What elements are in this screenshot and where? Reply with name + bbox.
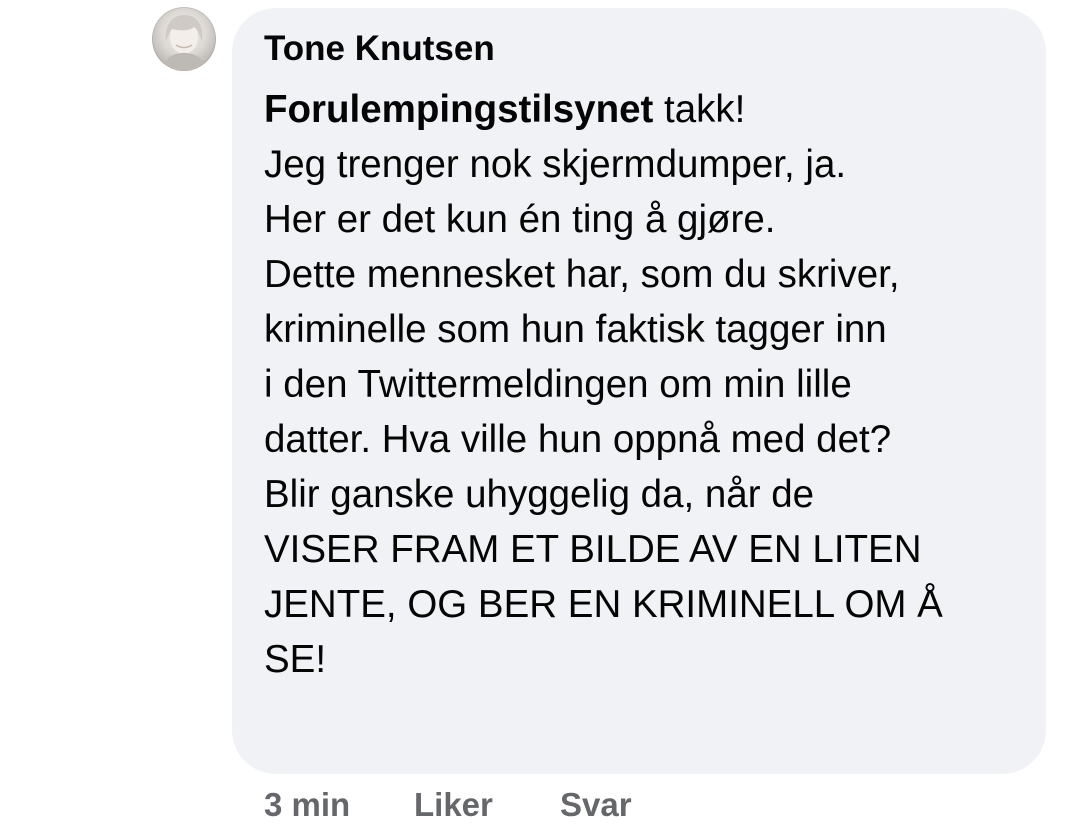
comment-line: JENTE, OG BER EN KRIMINELL OM Å	[264, 583, 943, 626]
avatar[interactable]	[152, 7, 216, 71]
comment-body: Forulempingstilsynet takk! Jeg trenger n…	[264, 82, 1039, 687]
comment-line: kriminelle som hun faktisk tagger inn	[264, 308, 887, 351]
mention-link[interactable]: Forulempingstilsynet	[264, 88, 653, 131]
comment-timestamp[interactable]: 3 min	[264, 786, 414, 824]
comment-line: SE!	[264, 638, 327, 681]
comment-line: Forulempingstilsynet takk!	[264, 82, 1039, 137]
comment-text: takk!	[653, 88, 746, 131]
comment-line: VISER FRAM ET BILDE AV EN LITEN	[264, 528, 922, 571]
comment-line: i den Twittermeldingen om min lille	[264, 363, 852, 406]
comment-line: datter. Hva ville hun oppnå med det?	[264, 418, 892, 461]
reply-button[interactable]: Svar	[560, 786, 632, 824]
comment-line: Jeg trenger nok skjermdumper, ja.	[264, 143, 847, 186]
profile-photo-icon	[162, 15, 206, 71]
comment-line: Dette mennesket har, som du skriver,	[264, 253, 900, 296]
like-button[interactable]: Liker	[414, 786, 560, 824]
comment-actions: 3 min Liker Svar	[264, 781, 632, 829]
comment-line: Blir ganske uhyggelig da, når de	[264, 473, 815, 516]
comment-author[interactable]: Tone Knutsen	[264, 28, 495, 70]
comment: Tone Knutsen Forulempingstilsynet takk! …	[0, 0, 1067, 837]
comment-line: Her er det kun én ting å gjøre.	[264, 198, 776, 241]
